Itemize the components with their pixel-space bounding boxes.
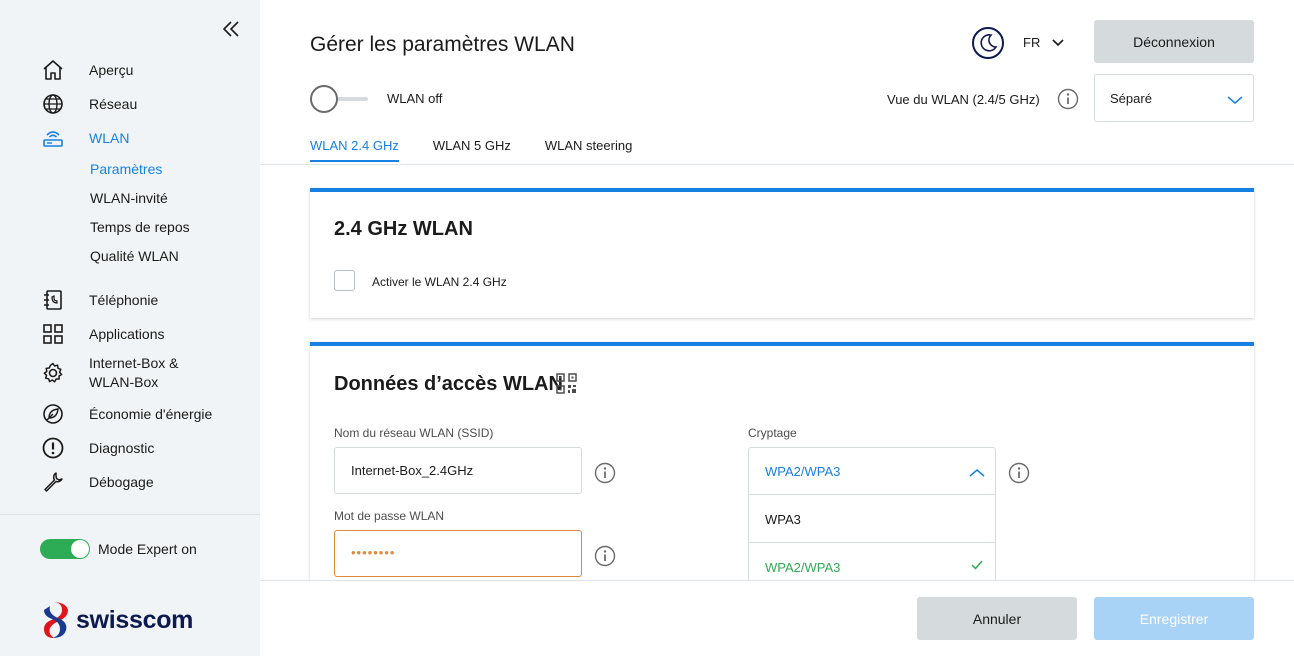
ssid-label: Nom du réseau WLAN (SSID)	[334, 426, 494, 440]
tab-wlan-5-ghz[interactable]: WLAN 5 GHz	[433, 138, 511, 162]
encryption-select[interactable]: WPA2/WPA3	[749, 448, 995, 495]
wlan-toggle-knob	[310, 85, 338, 113]
sidebar-item-apercu[interactable]: Aperçu	[40, 57, 133, 83]
sidebar-item-label: Aperçu	[89, 61, 134, 78]
sidebar-subitem-wlan-invite[interactable]: WLAN-invité	[90, 190, 168, 206]
wlan-24-card: 2.4 GHz WLAN Activer le WLAN 2.4 GHz	[310, 188, 1254, 318]
logout-button[interactable]: Déconnexion	[1094, 20, 1254, 63]
expert-mode-toggle[interactable]	[40, 539, 90, 559]
encryption-label: Cryptage	[748, 426, 797, 440]
band-tabs: WLAN 2.4 GHz WLAN 5 GHz WLAN steering	[310, 138, 666, 162]
language-value: FR	[1023, 35, 1041, 50]
sidebar-subitem-qualite-wlan[interactable]: Qualité WLAN	[90, 248, 179, 264]
theme-toggle-button[interactable]	[972, 27, 1004, 59]
swisscom-logo: swisscom	[38, 600, 193, 640]
wlan-view-select[interactable]: Séparé	[1094, 74, 1254, 122]
card-title: 2.4 GHz WLAN	[334, 218, 473, 240]
chevron-up-icon	[969, 469, 985, 477]
info-icon[interactable]	[1057, 88, 1079, 110]
wlan-view-label: Vue du WLAN (2.4/5 GHz)	[887, 92, 1040, 107]
sidebar-item-wlan[interactable]: WLAN	[40, 125, 129, 151]
sidebar-item-economie-energie[interactable]: Économie d'énergie	[40, 401, 212, 427]
encryption-option-label: WPA2/WPA3	[765, 560, 841, 575]
qr-code-icon[interactable]	[556, 373, 577, 394]
page-title: Gérer les paramètres WLAN	[310, 33, 575, 56]
router-wifi-icon	[40, 125, 66, 151]
home-icon	[40, 57, 66, 83]
wrench-icon	[40, 469, 66, 495]
sidebar-item-label: Applications	[89, 325, 165, 342]
info-icon[interactable]	[1008, 462, 1030, 484]
apps-grid-icon	[40, 321, 66, 347]
globe-icon	[40, 91, 66, 117]
sidebar-subitem-temps-de-repos[interactable]: Temps de repos	[90, 219, 190, 235]
sidebar-item-diagnostic[interactable]: Diagnostic	[40, 435, 154, 461]
chevron-down-icon	[1227, 96, 1243, 104]
sidebar-divider	[0, 514, 260, 515]
sidebar: Aperçu Réseau WLAN Paramètres WLAN-invit…	[0, 0, 260, 656]
sidebar-item-label: Diagnostic	[89, 439, 155, 456]
info-icon[interactable]	[594, 545, 616, 567]
sidebar-item-label: Téléphonie	[89, 291, 159, 308]
password-label: Mot de passe WLAN	[334, 509, 445, 523]
info-icon[interactable]	[594, 462, 616, 484]
save-button[interactable]: Enregistrer	[1094, 597, 1254, 640]
checkmark-icon	[971, 560, 983, 570]
swisscom-logo-text: swisscom	[76, 605, 194, 634]
password-input[interactable]: ••••••••	[334, 530, 582, 577]
gear-icon	[40, 360, 66, 386]
expert-mode: Mode Expert on	[40, 539, 197, 559]
expert-mode-label: Mode Expert on	[98, 541, 197, 557]
sidebar-item-telephonie[interactable]: Téléphonie	[40, 287, 158, 313]
enable-wlan-24-checkbox[interactable]	[334, 270, 355, 291]
moon-icon	[980, 34, 998, 52]
wlan-access-card: Données d’accès WLAN Nom du réseau WLAN …	[310, 342, 1254, 602]
double-chevron-left-icon[interactable]	[220, 18, 242, 40]
encryption-option-label: WPA3	[765, 512, 801, 527]
wlan-toggle-label: WLAN off	[387, 91, 443, 106]
tab-wlan-2-4-ghz[interactable]: WLAN 2.4 GHz	[310, 138, 399, 162]
wlan-toggle[interactable]	[310, 85, 368, 113]
tab-wlan-steering[interactable]: WLAN steering	[545, 138, 632, 162]
sidebar-item-applications[interactable]: Applications	[40, 321, 165, 347]
enable-wlan-24-label: Activer le WLAN 2.4 GHz	[372, 275, 507, 289]
sidebar-item-label-line1: Internet-Box &	[89, 355, 179, 371]
encryption-option-wpa3[interactable]: WPA3	[749, 495, 995, 543]
leaf-icon	[40, 401, 66, 427]
ssid-input[interactable]: Internet-Box_2.4GHz	[334, 447, 582, 494]
phone-book-icon	[40, 287, 66, 313]
sidebar-item-debogage[interactable]: Débogage	[40, 469, 154, 495]
language-select[interactable]: FR	[1023, 35, 1064, 50]
encryption-select-value: WPA2/WPA3	[765, 464, 841, 479]
wlan-view-select-value: Séparé	[1110, 91, 1152, 106]
encryption-dropdown: WPA2/WPA3 WPA3 WPA2/WPA3	[748, 447, 996, 597]
sidebar-item-label: WLAN	[89, 129, 130, 146]
sidebar-item-reseau[interactable]: Réseau	[40, 91, 137, 117]
alert-circle-icon	[40, 435, 66, 461]
sidebar-item-label-line2: WLAN-Box	[89, 374, 159, 390]
sidebar-item-label: Débogage	[89, 473, 154, 490]
swisscom-logo-mark	[44, 602, 68, 638]
sidebar-item-label: Internet-Box & WLAN-Box	[89, 354, 179, 392]
cancel-button[interactable]: Annuler	[917, 597, 1077, 640]
chevron-down-icon	[1052, 38, 1064, 46]
sidebar-item-label: Réseau	[89, 95, 138, 112]
sidebar-item-label: Économie d'énergie	[89, 405, 213, 422]
sidebar-subitem-parametres[interactable]: Paramètres	[90, 161, 162, 177]
card-title: Données d’accès WLAN	[334, 373, 563, 395]
tabs-divider	[260, 164, 1294, 165]
sidebar-item-internet-box[interactable]: Internet-Box & WLAN-Box	[40, 354, 179, 392]
